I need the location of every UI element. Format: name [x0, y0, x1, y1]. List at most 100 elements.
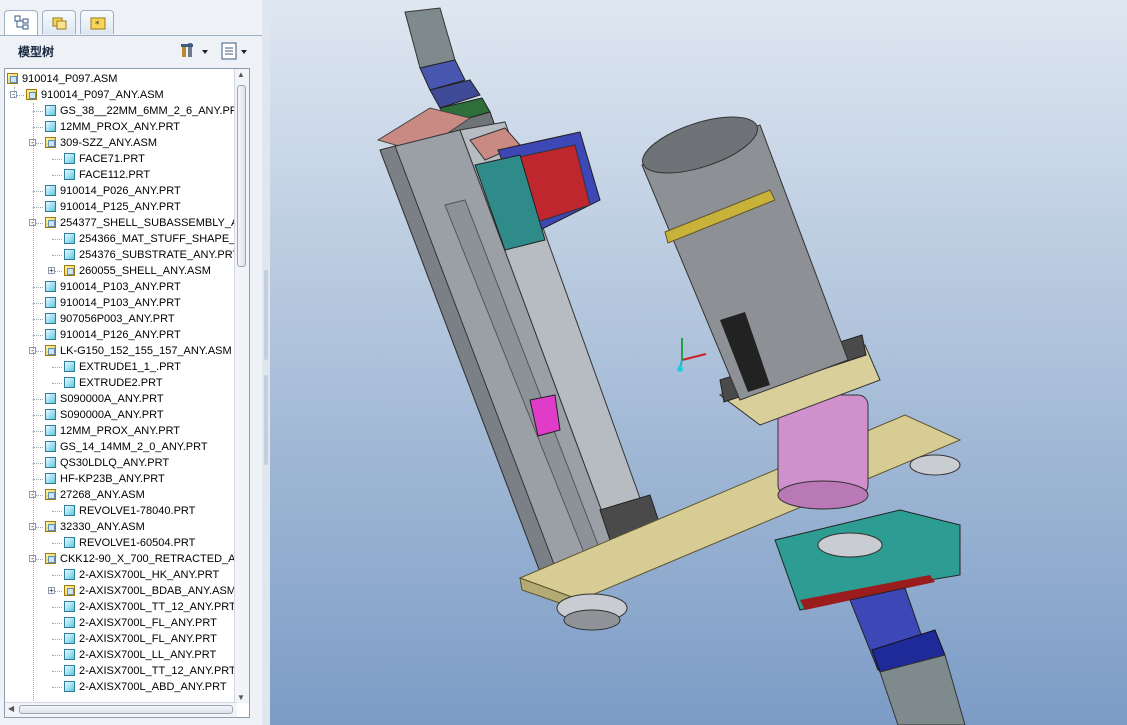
- part-icon: [45, 393, 56, 404]
- tree-item-label: 32330_ANY.ASM: [60, 521, 145, 533]
- assembly-icon: [45, 521, 56, 532]
- tree-row[interactable]: EXTRUDE2.PRT: [5, 375, 235, 391]
- tree-item-label: REVOLVE1-78040.PRT: [79, 505, 196, 517]
- tree-connector: [52, 639, 62, 640]
- tree-item-label: EXTRUDE2.PRT: [79, 377, 163, 389]
- tree-row[interactable]: -27268_ANY.ASM: [5, 487, 235, 503]
- tree-item-label: 910014_P097_ANY.ASM: [41, 89, 164, 101]
- tree-item-label: 2-AXISX700L_ABD_ANY.PRT: [79, 681, 227, 693]
- part-icon: [45, 425, 56, 436]
- tree-row[interactable]: REVOLVE1-78040.PRT: [5, 503, 235, 519]
- model-tree-icon: [14, 15, 29, 30]
- tree-row[interactable]: - CKK12-90_X_700_RETRACTED_AN: [5, 551, 243, 567]
- tree-settings-button[interactable]: [180, 41, 210, 61]
- tree-row[interactable]: HF-KP23B_ANY.PRT: [5, 471, 235, 487]
- tree-row[interactable]: QS30LDLQ_ANY.PRT: [5, 455, 235, 471]
- part-icon: [64, 169, 75, 180]
- tree-item-label: 910014_P125_ANY.PRT: [60, 201, 181, 213]
- tree-connector: [14, 87, 15, 97]
- tree-row[interactable]: 2-AXISX700L_TT_12_ANY.PRT: [5, 663, 236, 679]
- tree-row[interactable]: +2-AXISX700L_BDAB_ANY.ASM: [5, 583, 236, 599]
- tree-item-label: 2-AXISX700L_FL_ANY.PRT: [79, 633, 217, 645]
- tree-connector: [33, 335, 43, 336]
- part-icon: [45, 105, 56, 116]
- assembly-icon: [45, 345, 56, 356]
- tree-row[interactable]: REVOLVE1-60504.PRT: [5, 535, 235, 551]
- tree-row[interactable]: 907056P003_ANY.PRT: [5, 311, 235, 327]
- tree-row[interactable]: 12MM_PROX_ANY.PRT: [5, 119, 235, 135]
- tree-row[interactable]: 910014_P126_ANY.PRT: [5, 327, 235, 343]
- tree-row[interactable]: GS_38__22MM_6MM_2_6_ANY.PRT: [5, 103, 244, 119]
- tree-row[interactable]: FACE112.PRT: [5, 167, 235, 183]
- splitter-grip-bottom[interactable]: [264, 375, 268, 465]
- part-icon: [64, 665, 75, 676]
- tree-row[interactable]: 910014_P125_ANY.PRT: [5, 199, 235, 215]
- tree-item-label: 910014_P103_ANY.PRT: [60, 297, 181, 309]
- cad-model-drawing: [376, 7, 966, 725]
- tree-row[interactable]: - LK-G150_152_155_157_ANY.ASM: [5, 343, 235, 359]
- tree-row[interactable]: GS_14_14MM_2_0_ANY.PRT: [5, 439, 235, 455]
- tree-row[interactable]: 910014_P103_ANY.PRT: [5, 295, 235, 311]
- scroll-down-icon[interactable]: ▼: [237, 693, 245, 702]
- tree-item-label: 12MM_PROX_ANY.PRT: [60, 425, 181, 437]
- tree-row[interactable]: -254377_SHELL_SUBASSEMBLY_ANY: [5, 215, 249, 231]
- tree-row[interactable]: FACE71.PRT: [5, 151, 235, 167]
- tree-row[interactable]: 910014_P103_ANY.PRT: [5, 279, 235, 295]
- tree-item-label: EXTRUDE1_1_.PRT: [79, 361, 181, 373]
- tree-connector: [52, 367, 62, 368]
- tree-row[interactable]: 254376_SUBSTRATE_ANY.PRT: [5, 247, 239, 263]
- tree-connector: [52, 575, 62, 576]
- expand-icon[interactable]: +: [48, 267, 55, 275]
- tree-row[interactable]: 2-AXISX700L_LL_ANY.PRT: [5, 647, 235, 663]
- tree-row[interactable]: +260055_SHELL_ANY.ASM: [5, 263, 235, 279]
- tree-connector: [52, 687, 62, 688]
- tree-item-label: FACE71.PRT: [79, 153, 145, 165]
- tree-row[interactable]: 2-AXISX700L_HK_ANY.PRT: [5, 567, 235, 583]
- tree-row[interactable]: 254366_MAT_STUFF_SHAPE_A: [5, 231, 243, 247]
- part-icon: [64, 537, 75, 548]
- tree-item-label: S090000A_ANY.PRT: [60, 393, 164, 405]
- horizontal-scroll-thumb[interactable]: [19, 705, 233, 714]
- 3d-model-viewport[interactable]: [270, 0, 1127, 725]
- part-icon: [64, 617, 75, 628]
- part-icon: [64, 601, 75, 612]
- tree-row[interactable]: 12MM_PROX_ANY.PRT: [5, 423, 235, 439]
- tree-row[interactable]: 2-AXISX700L_FL_ANY.PRT: [5, 631, 235, 647]
- tree-row[interactable]: 2-AXISX700L_ABD_ANY.PRT: [5, 679, 235, 695]
- tree-item-label: CKK12-90_X_700_RETRACTED_AN: [60, 553, 244, 565]
- tree-row[interactable]: 2-AXISX700L_FL_ANY.PRT: [5, 615, 235, 631]
- tree-row[interactable]: -32330_ANY.ASM: [5, 519, 235, 535]
- tree-row[interactable]: S090000A_ANY.PRT: [5, 407, 235, 423]
- tree-row[interactable]: -910014_P097_ANY.ASM: [5, 87, 235, 103]
- tree-settings-icon: [181, 43, 208, 57]
- tree-item-label: 2-AXISX700L_FL_ANY.PRT: [79, 617, 217, 629]
- tree-row[interactable]: 910014_P026_ANY.PRT: [5, 183, 235, 199]
- tab-folder-browser[interactable]: [42, 10, 76, 34]
- tree-row[interactable]: 910014_P097.ASM: [5, 71, 235, 87]
- tree-row[interactable]: S090000A_ANY.PRT: [5, 391, 235, 407]
- assembly-icon: [26, 89, 37, 100]
- tree-connector: [52, 175, 62, 176]
- tree-row[interactable]: 2-AXISX700L_TT_12_ANY.PRT: [5, 599, 236, 615]
- horizontal-scrollbar[interactable]: ◀: [5, 702, 237, 717]
- tree-item-label: 910014_P103_ANY.PRT: [60, 281, 181, 293]
- scroll-up-icon[interactable]: ▲: [237, 70, 245, 79]
- tree-connector: [52, 623, 62, 624]
- scroll-left-icon[interactable]: ◀: [8, 704, 14, 713]
- tree-item-label: 2-AXISX700L_LL_ANY.PRT: [79, 649, 217, 661]
- part-icon: [64, 233, 75, 244]
- tab-favorites[interactable]: *: [80, 10, 114, 34]
- vertical-scroll-thumb[interactable]: [237, 85, 246, 267]
- vertical-scrollbar[interactable]: ▲ ▼: [234, 69, 249, 703]
- tree-item-label: GS_14_14MM_2_0_ANY.PRT: [60, 441, 208, 453]
- expand-icon[interactable]: +: [48, 587, 55, 595]
- tree-columns-button[interactable]: [220, 41, 250, 61]
- tree-row[interactable]: EXTRUDE1_1_.PRT: [5, 359, 235, 375]
- tab-model-tree[interactable]: [4, 10, 38, 36]
- svg-text:*: *: [95, 20, 100, 30]
- splitter-grip-top[interactable]: [264, 270, 268, 360]
- tree-connector: [33, 303, 43, 304]
- tree-connector: [33, 399, 43, 400]
- panel-splitter[interactable]: [262, 0, 270, 725]
- tree-row[interactable]: -309-SZZ_ANY.ASM: [5, 135, 235, 151]
